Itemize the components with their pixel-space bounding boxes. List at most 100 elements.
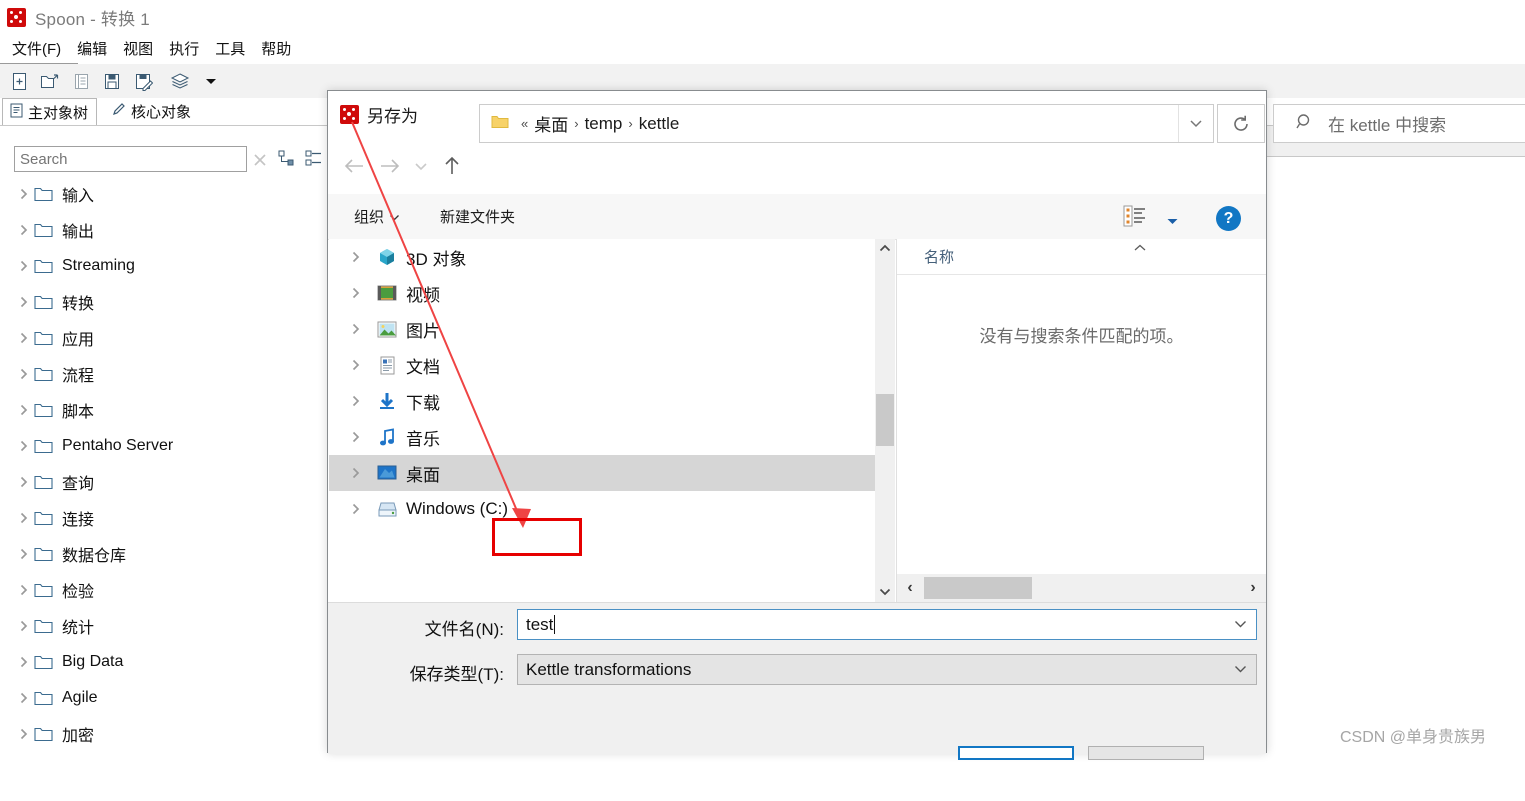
save-button[interactable] bbox=[958, 746, 1074, 760]
object-tree-item-4[interactable]: 应用 bbox=[0, 320, 327, 356]
collapse-all-icon[interactable] bbox=[278, 150, 295, 171]
dialog-nav-pane[interactable]: 3D 对象 视频 图片 文档 下载 音乐 桌面 Windows (C:) bbox=[329, 239, 875, 602]
explore-icon[interactable] bbox=[67, 68, 95, 94]
chevron-left-icon[interactable]: ‹ bbox=[897, 579, 923, 597]
object-tree-item-9[interactable]: 连接 bbox=[0, 500, 327, 536]
breadcrumb-item-temp[interactable]: temp bbox=[585, 114, 623, 134]
chevron-right-icon[interactable] bbox=[14, 691, 34, 705]
chevron-up-icon[interactable] bbox=[875, 239, 895, 257]
object-tree-item-12[interactable]: 统计 bbox=[0, 608, 327, 644]
nav-pane-item-0[interactable]: 3D 对象 bbox=[329, 239, 875, 275]
chevron-right-icon[interactable] bbox=[14, 331, 34, 345]
object-tree-item-2[interactable]: Streaming bbox=[0, 248, 327, 284]
object-tree-item-15[interactable]: 加密 bbox=[0, 716, 327, 752]
chevron-down-icon[interactable] bbox=[1189, 116, 1203, 136]
menu-item-file[interactable]: 文件(F) bbox=[4, 36, 69, 61]
nav-pane-item-5[interactable]: 音乐 bbox=[329, 419, 875, 455]
close-icon[interactable] bbox=[250, 150, 270, 170]
object-tree-item-8[interactable]: 查询 bbox=[0, 464, 327, 500]
tab-core-objects[interactable]: 核心对象 bbox=[105, 98, 200, 125]
new-file-icon[interactable] bbox=[5, 68, 33, 94]
chevron-right-icon[interactable] bbox=[351, 430, 375, 444]
object-tree-item-5[interactable]: 流程 bbox=[0, 356, 327, 392]
arrow-up-icon[interactable] bbox=[434, 145, 470, 187]
chevron-right-icon[interactable] bbox=[14, 403, 34, 417]
object-tree-item-6[interactable]: 脚本 bbox=[0, 392, 327, 428]
scrollbar-thumb[interactable] bbox=[876, 394, 894, 446]
object-tree-item-0[interactable]: 输入 bbox=[0, 176, 327, 212]
chevron-down-icon[interactable] bbox=[197, 68, 225, 94]
breadcrumb[interactable]: « 桌面 › temp › kettle bbox=[479, 104, 1214, 143]
object-tree-item-3[interactable]: 转换 bbox=[0, 284, 327, 320]
file-list-pane[interactable]: 名称 没有与搜索条件匹配的项。 ‹ › bbox=[897, 239, 1266, 602]
column-header-name[interactable]: 名称 bbox=[924, 246, 954, 267]
nav-pane-item-7[interactable]: Windows (C:) bbox=[329, 491, 875, 527]
object-tree-item-1[interactable]: 输出 bbox=[0, 212, 327, 248]
nav-pane-item-3[interactable]: 文档 bbox=[329, 347, 875, 383]
object-tree-item-10[interactable]: 数据仓库 bbox=[0, 536, 327, 572]
chevron-right-icon[interactable] bbox=[14, 187, 34, 201]
object-tree-item-14[interactable]: Agile bbox=[0, 680, 327, 716]
arrow-right-icon[interactable] bbox=[372, 145, 408, 187]
chevron-down-icon[interactable] bbox=[1234, 664, 1247, 676]
chevron-right-icon[interactable] bbox=[351, 286, 375, 300]
chevron-right-icon[interactable] bbox=[14, 547, 34, 561]
object-tree-item-7[interactable]: Pentaho Server bbox=[0, 428, 327, 464]
arrow-left-icon[interactable] bbox=[336, 145, 372, 187]
chevron-right-icon[interactable] bbox=[14, 295, 34, 309]
open-file-icon[interactable] bbox=[36, 68, 64, 94]
chevron-right-icon[interactable] bbox=[14, 727, 34, 741]
menu-item-help[interactable]: 帮助 bbox=[253, 36, 299, 61]
menu-item-edit[interactable]: 编辑 bbox=[69, 36, 115, 61]
chevron-right-icon[interactable] bbox=[14, 655, 34, 669]
tab-main-object-tree[interactable]: 主对象树 bbox=[2, 98, 98, 125]
chevron-right-icon[interactable] bbox=[14, 223, 34, 237]
chevron-right-icon[interactable] bbox=[14, 367, 34, 381]
save-as-icon[interactable] bbox=[129, 68, 157, 94]
chevron-right-icon[interactable] bbox=[14, 475, 34, 489]
scrollbar-thumb[interactable] bbox=[924, 577, 1032, 599]
object-tree-item-11[interactable]: 检验 bbox=[0, 572, 327, 608]
layers-icon[interactable] bbox=[166, 68, 194, 94]
expand-all-icon[interactable] bbox=[305, 150, 322, 171]
refresh-icon[interactable] bbox=[1217, 104, 1265, 143]
new-folder-button[interactable]: 新建文件夹 bbox=[440, 206, 515, 227]
help-icon[interactable]: ? bbox=[1216, 206, 1241, 231]
chevron-right-icon[interactable] bbox=[14, 619, 34, 633]
chevron-right-icon[interactable] bbox=[14, 259, 34, 273]
chevron-down-icon[interactable] bbox=[408, 145, 434, 187]
search-input[interactable] bbox=[14, 146, 247, 172]
chevron-right-icon[interactable] bbox=[14, 439, 34, 453]
breadcrumb-item-kettle[interactable]: kettle bbox=[639, 114, 680, 134]
organize-button[interactable]: 组织 bbox=[354, 206, 400, 227]
chevron-right-icon[interactable] bbox=[351, 502, 375, 516]
chevron-right-icon[interactable] bbox=[351, 466, 375, 480]
nav-pane-scrollbar[interactable] bbox=[875, 239, 895, 602]
nav-pane-item-1[interactable]: 视频 bbox=[329, 275, 875, 311]
file-list-hscrollbar[interactable]: ‹ › bbox=[897, 574, 1266, 602]
chevron-down-icon[interactable] bbox=[875, 582, 895, 600]
object-tree-item-13[interactable]: Big Data bbox=[0, 644, 327, 680]
menu-item-tools[interactable]: 工具 bbox=[207, 36, 253, 61]
chevron-right-icon[interactable] bbox=[351, 394, 375, 408]
menu-item-view[interactable]: 视图 bbox=[115, 36, 161, 61]
nav-pane-item-4[interactable]: 下载 bbox=[329, 383, 875, 419]
breadcrumb-item-desktop[interactable]: 桌面 bbox=[534, 111, 568, 136]
chevron-right-icon[interactable]: › bbox=[1240, 579, 1266, 597]
chevron-right-icon[interactable] bbox=[351, 322, 375, 336]
dialog-search-input[interactable]: 在 kettle 中搜索 bbox=[1273, 104, 1525, 143]
savetype-select[interactable]: Kettle transformations bbox=[517, 654, 1257, 685]
chevron-right-icon[interactable] bbox=[14, 583, 34, 597]
chevron-down-icon[interactable] bbox=[1234, 619, 1247, 631]
nav-pane-item-6[interactable]: 桌面 bbox=[329, 455, 875, 491]
nav-pane-item-2[interactable]: 图片 bbox=[329, 311, 875, 347]
list-view-icon[interactable] bbox=[1123, 205, 1147, 231]
chevron-right-icon[interactable] bbox=[351, 250, 375, 264]
chevron-right-icon[interactable] bbox=[14, 511, 34, 525]
cancel-button[interactable] bbox=[1088, 746, 1204, 760]
object-tree-panel[interactable]: 输入 输出 Streaming 转换 应用 流程 脚本 Pentaho Server 查询 连接数… bbox=[0, 176, 327, 753]
menu-item-run[interactable]: 执行 bbox=[161, 36, 207, 61]
filename-input[interactable]: test bbox=[517, 609, 1257, 640]
chevron-right-icon[interactable] bbox=[351, 358, 375, 372]
save-icon[interactable] bbox=[98, 68, 126, 94]
